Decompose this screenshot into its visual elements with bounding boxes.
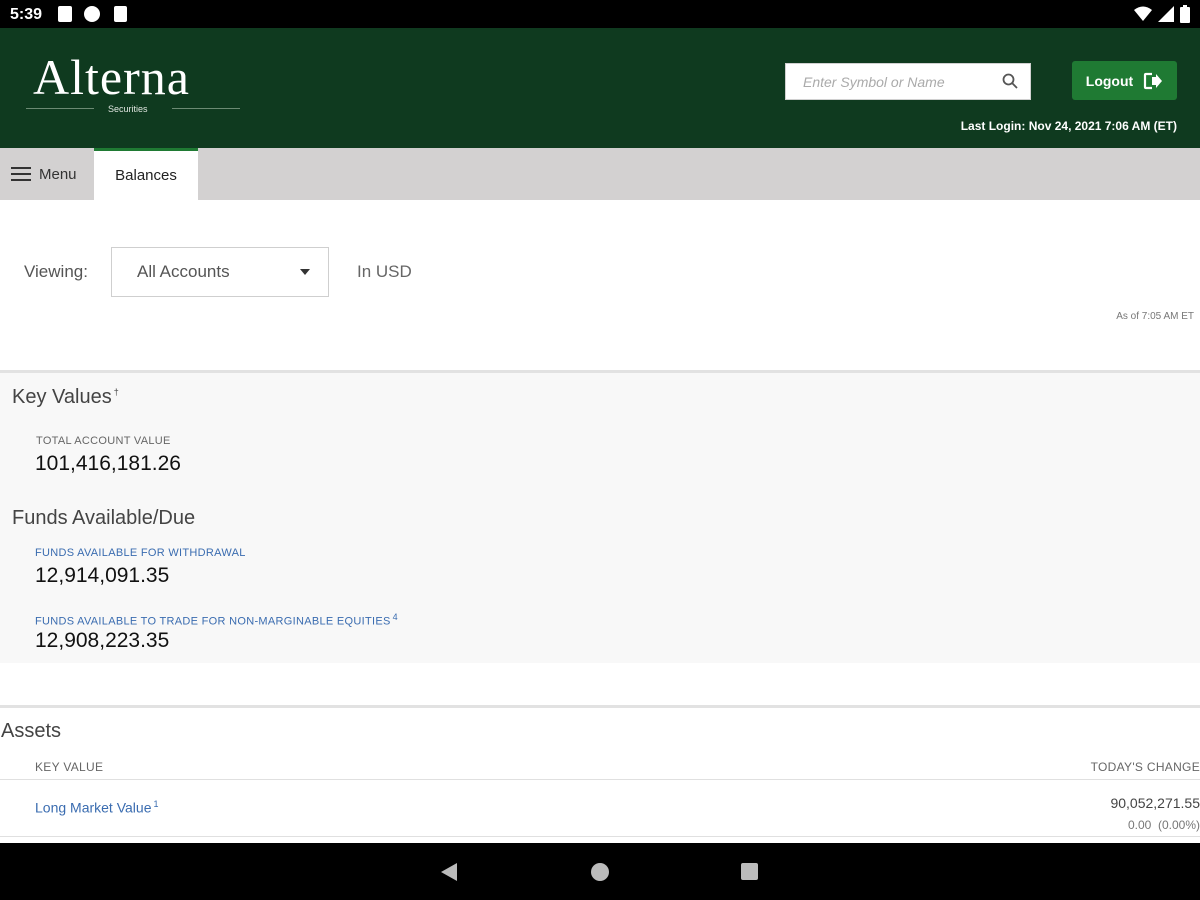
key-values-panel: Key Values † TOTAL ACCOUNT VALUE 101,416,… (0, 373, 1200, 663)
col-head-key-value: KEY VALUE (35, 760, 104, 774)
tab-bar: Menu Balances (0, 148, 1200, 200)
table-row-divider (0, 836, 1200, 837)
funds-trade-link[interactable]: FUNDS AVAILABLE TO TRADE FOR NON-MARGINA… (35, 612, 398, 628)
brand-logo[interactable]: Alterna (33, 48, 190, 106)
search-icon[interactable] (1002, 73, 1018, 89)
menu-label: Menu (39, 165, 77, 183)
account-select[interactable]: All Accounts (111, 247, 329, 297)
recent-apps-icon[interactable] (741, 863, 758, 880)
logout-icon (1144, 72, 1163, 89)
app-notification-icon (84, 6, 100, 22)
search-input[interactable] (786, 64, 1003, 99)
status-bar: 5:39 (0, 0, 1200, 28)
system-nav-bar (0, 843, 1200, 900)
long-market-value-link[interactable]: Long Market Value 1 (35, 799, 159, 816)
key-values-footnote[interactable]: † (114, 387, 119, 397)
signal-icon (1158, 6, 1174, 22)
status-right-icons (1134, 5, 1190, 23)
section-divider (0, 705, 1200, 708)
long-market-value: 90,052,271.55 (1110, 795, 1200, 811)
search-box (785, 63, 1031, 100)
funds-trade-value: 12,908,223.35 (35, 629, 170, 652)
hamburger-icon (11, 163, 31, 185)
currency-label: In USD (357, 262, 412, 281)
funds-withdrawal-value: 12,914,091.35 (35, 564, 170, 587)
funds-title: Funds Available/Due (12, 507, 196, 529)
tab-balances[interactable]: Balances (94, 148, 198, 200)
back-icon[interactable] (441, 863, 457, 881)
app-header: Alterna Securities Logout Last Login: No… (0, 28, 1200, 148)
wifi-icon (1134, 6, 1152, 21)
menu-button[interactable]: Menu (0, 148, 93, 200)
assets-title: Assets (1, 720, 62, 742)
home-icon[interactable] (591, 863, 609, 881)
key-values-title: Key Values † (12, 386, 119, 408)
logo-divider-left (26, 108, 94, 109)
account-select-value: All Accounts (137, 262, 230, 281)
chevron-down-icon (300, 269, 310, 275)
sd-card-icon (114, 6, 127, 22)
funds-withdrawal-link[interactable]: FUNDS AVAILABLE FOR WITHDRAWAL (35, 547, 246, 559)
last-login-text: Last Login: Nov 24, 2021 7:06 AM (ET) (960, 119, 1177, 133)
total-account-value: 101,416,181.26 (35, 452, 181, 475)
table-header-divider (0, 779, 1200, 780)
total-account-value-label: TOTAL ACCOUNT VALUE (36, 435, 171, 447)
viewing-label: Viewing: (24, 262, 88, 281)
long-market-value-change: 0.00 (0.00%) (1127, 818, 1200, 832)
as-of-timestamp: As of 7:05 AM ET (1116, 311, 1194, 322)
brand-subtitle: Securities (108, 104, 148, 114)
notification-icon (58, 6, 72, 22)
status-time: 5:39 (10, 6, 43, 23)
logo-divider-right (172, 108, 240, 109)
logout-label: Logout (1085, 72, 1134, 89)
battery-icon (1180, 5, 1190, 23)
col-head-todays-change: TODAY'S CHANGE (1090, 760, 1200, 774)
logout-button[interactable]: Logout (1072, 61, 1177, 100)
